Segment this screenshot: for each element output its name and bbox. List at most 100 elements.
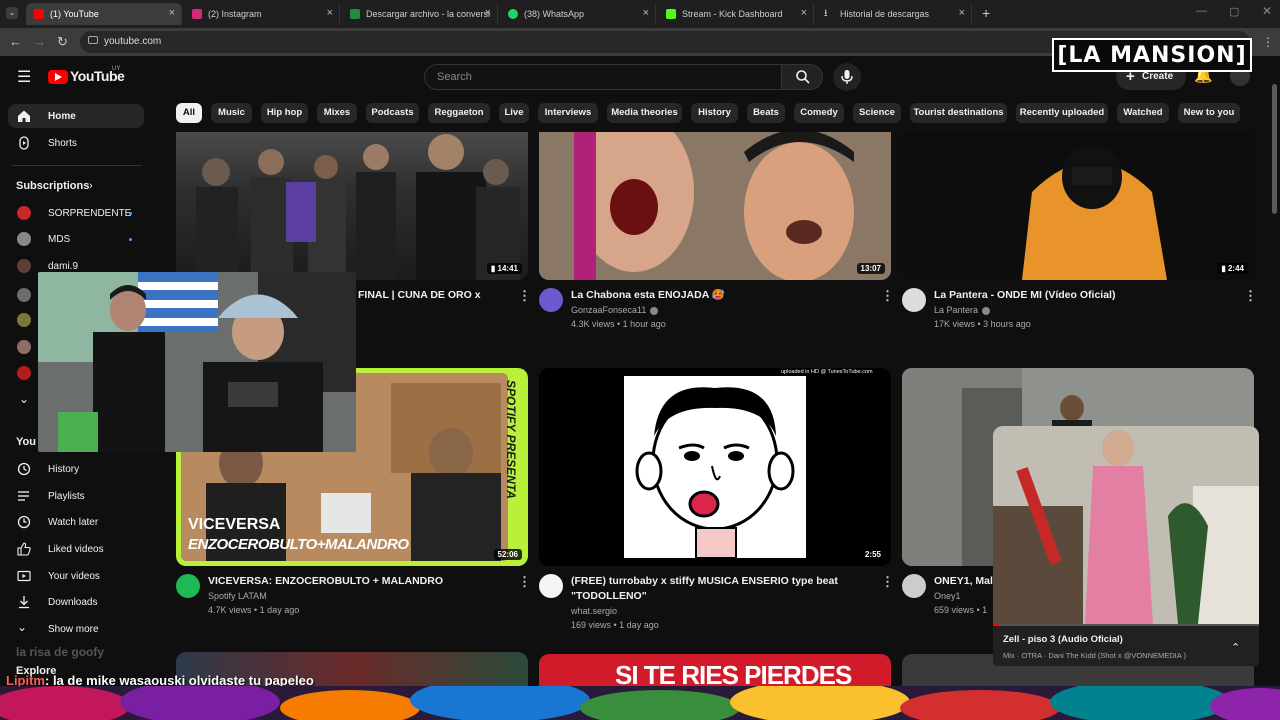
chip-interviews[interactable]: Interviews — [538, 103, 598, 123]
channel-avatar[interactable] — [902, 288, 926, 312]
chip-comedy[interactable]: Comedy — [794, 103, 844, 123]
more-options-icon[interactable]: ⋮ — [518, 574, 531, 590]
tab-search-icon[interactable]: ⌄ — [6, 7, 18, 19]
chip-all[interactable]: All — [176, 103, 202, 123]
sidebar-item-home[interactable]: Home — [8, 104, 144, 128]
tab-descargar[interactable]: Descargar archivo - la conversi × — [342, 3, 498, 25]
channel-name[interactable]: La Pantera — [934, 305, 991, 315]
maximize-icon[interactable]: ▢ — [1229, 5, 1239, 18]
video-title[interactable]: (FREE) turrobaby x stiffy MUSICA ENSERIO… — [571, 574, 838, 588]
back-icon[interactable]: ← — [9, 34, 22, 49]
chip-history[interactable]: History — [691, 103, 738, 123]
video-thumbnail[interactable]: 13:07 — [539, 132, 891, 280]
video-title[interactable]: FINAL | CUNA DE ORO x — [358, 288, 481, 302]
video-thumbnail[interactable]: ▮ 2:44 — [902, 132, 1254, 280]
channel-avatar[interactable] — [17, 340, 31, 354]
channel-avatar[interactable] — [902, 574, 926, 598]
channel-name: dami.9 — [48, 260, 79, 272]
reload-icon[interactable]: ↻ — [57, 34, 68, 50]
search-input[interactable]: Search — [424, 64, 782, 90]
chevron-up-icon[interactable]: ⌃ — [1231, 641, 1240, 654]
video-title[interactable]: ONEY1, Mala — [934, 574, 999, 588]
video-thumbnail[interactable]: ▮ 14:41 — [176, 132, 528, 280]
new-tab-button[interactable]: + — [982, 5, 990, 21]
video-thumbnail[interactable]: SI TE RIES PIERDES — [539, 654, 891, 688]
sidebar-item-label: Liked videos — [48, 543, 104, 555]
minimize-icon[interactable]: — — [1196, 5, 1207, 17]
miniplayer-video[interactable] — [993, 426, 1259, 624]
chevron-down-icon[interactable]: ⌄ — [19, 392, 29, 406]
channel-avatar[interactable] — [17, 313, 31, 327]
channel-avatar — [17, 206, 31, 220]
video-title[interactable]: La Pantera - ONDE MI (Vídeo Oficial) — [934, 288, 1115, 302]
chip-live[interactable]: Live — [499, 103, 529, 123]
chip-media-theories[interactable]: Media theories — [607, 103, 682, 123]
miniplayer[interactable]: Zell - piso 3 (Audio Oficial) Mix · OTRA… — [993, 426, 1259, 666]
sidebar-item-watch-later[interactable]: Watch later — [0, 510, 150, 534]
sidebar-sub-mds[interactable]: MDS — [0, 227, 150, 251]
channel-avatar[interactable] — [17, 288, 31, 302]
sidebar-sub-sorprendente[interactable]: SORPRENDENTE — [0, 201, 150, 225]
chip-beats[interactable]: Beats — [747, 103, 785, 123]
voice-search-button[interactable] — [833, 63, 861, 91]
miniplayer-title[interactable]: Zell - piso 3 (Audio Oficial) — [1003, 634, 1123, 645]
channel-name[interactable]: Oney1 — [934, 591, 961, 601]
channel-avatar[interactable] — [17, 366, 31, 380]
more-options-icon[interactable]: ⋮ — [1244, 288, 1257, 304]
chip-reggaeton[interactable]: Reggaeton — [428, 103, 490, 123]
chip-watched[interactable]: Watched — [1117, 103, 1169, 123]
forward-icon[interactable]: → — [33, 34, 46, 49]
chip-new-to-you[interactable]: New to you — [1178, 103, 1240, 123]
close-icon[interactable]: × — [485, 7, 491, 19]
channel-name[interactable]: Spotify LATAM — [208, 591, 267, 601]
chip-podcasts[interactable]: Podcasts — [366, 103, 419, 123]
chip-science[interactable]: Science — [853, 103, 901, 123]
close-icon[interactable]: × — [801, 7, 807, 19]
more-options-icon[interactable]: ⋮ — [881, 574, 894, 590]
chip-mixes[interactable]: Mixes — [317, 103, 357, 123]
chip-hip-hop[interactable]: Hip hop — [261, 103, 308, 123]
close-icon[interactable]: × — [169, 7, 175, 19]
sidebar-item-label: History — [48, 463, 80, 475]
sidebar-item-your-videos[interactable]: Your videos — [0, 564, 150, 588]
miniplayer-progress[interactable] — [993, 624, 1259, 626]
channel-avatar[interactable] — [539, 574, 563, 598]
tab-youtube[interactable]: (1) YouTube × — [26, 3, 182, 25]
sidebar-item-history[interactable]: History — [0, 457, 150, 481]
video-title-line2[interactable]: "TODOLLENO" — [571, 589, 647, 603]
channel-avatar[interactable] — [539, 288, 563, 312]
channel-name[interactable]: GonzaaFonseca11 — [571, 305, 659, 315]
you-title[interactable]: You — [16, 436, 36, 448]
site-info-icon[interactable] — [88, 36, 98, 44]
video-thumbnail[interactable]: uploaded in HD @ TunesToTube.com 2:55 — [539, 368, 891, 566]
tab-instagram[interactable]: (2) Instagram × — [184, 3, 340, 25]
sidebar-item-liked-videos[interactable]: Liked videos — [0, 537, 150, 561]
youtube-logo-icon[interactable] — [48, 70, 68, 84]
sidebar-item-show-more[interactable]: ⌄ Show more — [0, 617, 150, 641]
chip-recently-uploaded[interactable]: Recently uploaded — [1016, 103, 1108, 123]
close-icon[interactable]: × — [643, 7, 649, 19]
graffiti-art-image — [0, 686, 1280, 720]
browser-menu-icon[interactable]: ⋮ — [1262, 35, 1274, 49]
video-title[interactable]: La Chabona esta ENOJADA 🥵 — [571, 288, 725, 302]
more-options-icon[interactable]: ⋮ — [518, 288, 531, 304]
more-options-icon[interactable]: ⋮ — [881, 288, 894, 304]
sidebar-item-downloads[interactable]: Downloads — [0, 590, 150, 614]
close-icon[interactable]: × — [327, 7, 333, 19]
subscriptions-header[interactable]: Subscriptions › — [0, 174, 150, 198]
tab-downloads[interactable]: ⭳ Historial de descargas × — [816, 3, 972, 25]
window-close-icon[interactable]: ✕ — [1262, 4, 1272, 18]
video-title[interactable]: VICEVERSA: ENZOCEROBULTO + MALANDRO — [208, 574, 443, 588]
channel-name[interactable]: what.sergio — [571, 606, 617, 616]
hamburger-menu-icon[interactable]: ☰ — [17, 67, 31, 87]
tab-whatsapp[interactable]: (38) WhatsApp × — [500, 3, 656, 25]
search-button[interactable] — [781, 64, 823, 90]
sidebar-item-shorts[interactable]: Shorts — [0, 131, 150, 155]
close-icon[interactable]: × — [959, 7, 965, 19]
sidebar-item-playlists[interactable]: Playlists — [0, 484, 150, 508]
chip-tourist-destinations[interactable]: Tourist destinations — [910, 103, 1007, 123]
spotify-icon[interactable] — [176, 574, 200, 598]
tab-kick[interactable]: Stream - Kick Dashboard × — [658, 3, 814, 25]
page-scrollbar[interactable] — [1272, 84, 1277, 214]
chip-music[interactable]: Music — [211, 103, 252, 123]
